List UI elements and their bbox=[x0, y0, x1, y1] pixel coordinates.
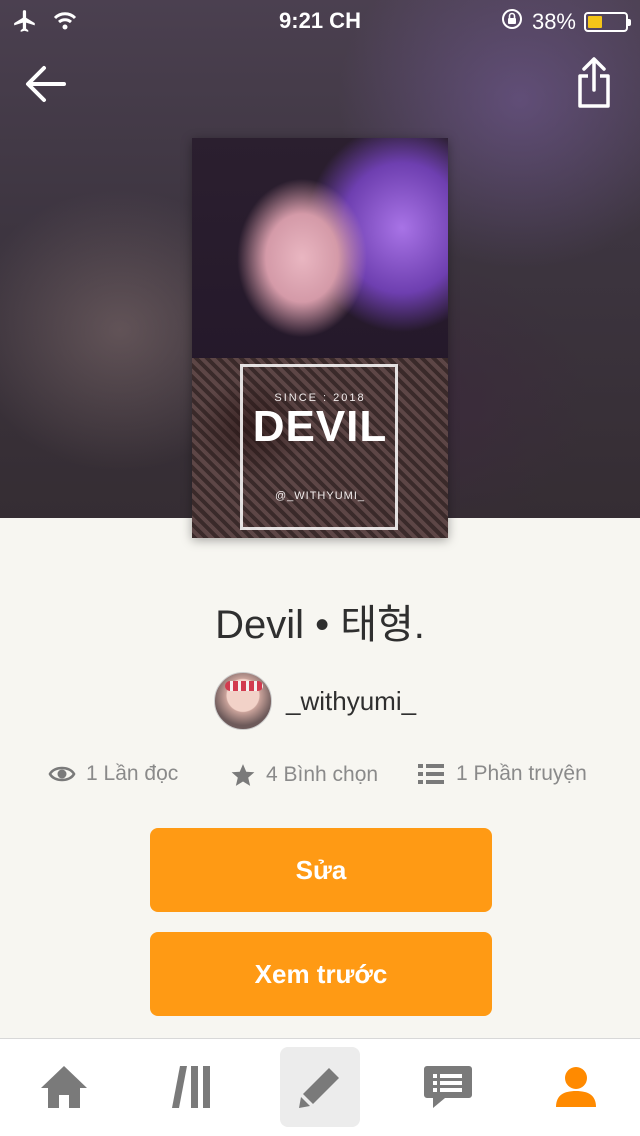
votes-count: 4 Bình chọn bbox=[266, 763, 379, 786]
tab-library[interactable] bbox=[152, 1047, 232, 1127]
author-name[interactable]: _withyumi_ bbox=[286, 686, 416, 717]
reads-count: 1 Lần đọc bbox=[86, 762, 179, 785]
list-icon bbox=[418, 764, 444, 784]
arrow-left-icon bbox=[26, 66, 66, 102]
cover-handle-text: @_WITHYUMI_ bbox=[274, 490, 365, 502]
status-bar: 9:21 CH 38% bbox=[0, 0, 640, 40]
parts-count: 1 Phần truyện bbox=[456, 762, 587, 785]
tab-messages[interactable] bbox=[408, 1047, 488, 1127]
share-icon bbox=[578, 57, 610, 108]
stat-votes: 4 Bình chọn bbox=[230, 762, 378, 788]
home-icon bbox=[41, 1066, 87, 1108]
star-icon bbox=[231, 764, 255, 786]
tab-profile[interactable] bbox=[536, 1047, 616, 1127]
battery-percent: 38% bbox=[531, 9, 576, 34]
story-stats: 1 Lần đọc 4 Bình chọn 1 Phần truyện bbox=[48, 762, 608, 802]
share-button[interactable] bbox=[574, 56, 614, 110]
orientation-lock-icon bbox=[500, 7, 524, 37]
messages-icon bbox=[424, 1066, 472, 1108]
back-button[interactable] bbox=[24, 62, 68, 106]
stat-reads: 1 Lần đọc bbox=[48, 762, 178, 786]
bottom-tab-bar bbox=[0, 1038, 640, 1136]
story-title: Devil • 태형. bbox=[215, 603, 425, 647]
battery-level bbox=[588, 16, 602, 28]
edit-button[interactable]: Sửa bbox=[150, 828, 492, 912]
battery-icon bbox=[584, 12, 631, 32]
write-icon bbox=[299, 1068, 339, 1108]
stat-parts: 1 Phần truyện bbox=[418, 762, 587, 786]
eye-icon bbox=[48, 766, 76, 782]
tab-home[interactable] bbox=[24, 1047, 104, 1127]
cover-title-text: DEVIL bbox=[252, 402, 388, 451]
tab-write[interactable] bbox=[280, 1047, 360, 1127]
story-cover[interactable]: SINCE : 2018 DEVIL @_WITHYUMI_ bbox=[192, 138, 448, 538]
author-link[interactable]: _withyumi_ bbox=[214, 672, 416, 730]
library-icon bbox=[172, 1066, 210, 1108]
profile-icon bbox=[556, 1067, 596, 1107]
preview-button[interactable]: Xem trước bbox=[150, 932, 492, 1016]
avatar[interactable] bbox=[214, 672, 272, 730]
